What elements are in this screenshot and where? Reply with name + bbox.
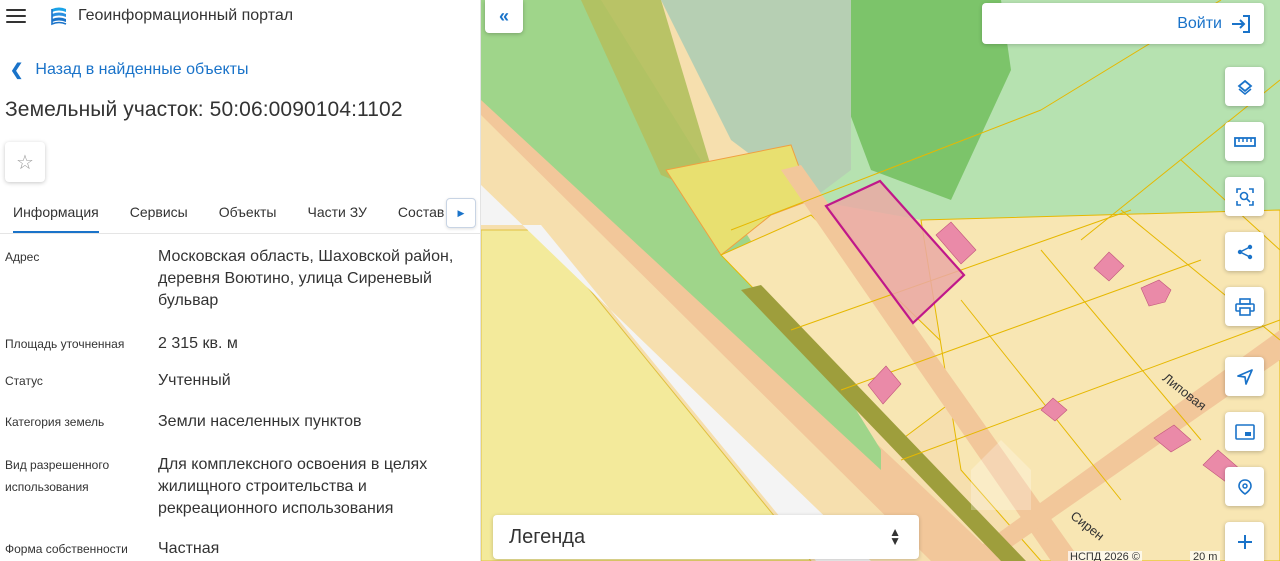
collapse-panel-button[interactable]: « <box>485 0 523 33</box>
login-button[interactable]: Войти <box>982 3 1264 44</box>
back-link-label: Назад в найденные объекты <box>35 61 249 78</box>
share-icon <box>1237 244 1252 259</box>
info-value: Московская область, Шаховской район, дер… <box>158 248 454 309</box>
picture-in-picture-button[interactable] <box>1225 412 1264 451</box>
geo-search-button[interactable] <box>1225 467 1264 506</box>
legend-label: Легенда <box>509 525 586 548</box>
legend-dropdown[interactable]: Легенда ▲ ▼ <box>493 515 919 559</box>
tab-information[interactable]: Информация <box>13 196 99 233</box>
star-icon: ☆ <box>16 151 34 174</box>
area-search-button[interactable] <box>1225 177 1264 216</box>
favorite-button[interactable]: ☆ <box>5 142 45 182</box>
info-panel: Геоинформационный портал ❮ Назад в найде… <box>0 0 481 561</box>
print-icon <box>1234 297 1255 316</box>
portal-title: Геоинформационный портал <box>78 7 294 24</box>
back-to-results-link[interactable]: ❮ Назад в найденные объекты <box>10 60 249 80</box>
sort-arrows-icon: ▲ ▼ <box>889 525 901 548</box>
info-value: 2 315 кв. м <box>158 335 238 352</box>
info-value: Земли населенных пунктов <box>158 413 362 430</box>
info-label: Категория земель <box>5 415 105 429</box>
double-chevron-left-icon: « <box>498 6 509 26</box>
tab-bar: Информация Сервисы Объекты Части ЗУ Сост… <box>0 196 480 234</box>
tab-parts[interactable]: Части ЗУ <box>307 196 366 233</box>
map-scale: 20 m <box>1190 551 1221 561</box>
ruler-icon <box>1233 136 1256 147</box>
print-button[interactable] <box>1225 287 1264 326</box>
zoom-in-icon <box>1237 534 1252 549</box>
login-icon <box>1232 14 1250 33</box>
area-search-icon <box>1235 187 1254 206</box>
map-canvas[interactable]: Липовая Сирен <box>481 0 1280 561</box>
picture-in-picture-icon <box>1234 423 1255 440</box>
info-label: Статус <box>5 374 43 388</box>
tab-composition[interactable]: Состав <box>398 196 444 233</box>
tab-services[interactable]: Сервисы <box>130 196 188 233</box>
app-window: Геоинформационный портал ❮ Назад в найде… <box>0 0 1280 561</box>
geo-search-icon <box>1237 478 1252 495</box>
hamburger-menu-icon[interactable] <box>6 9 26 23</box>
navigate-icon <box>1236 368 1253 385</box>
top-bar: Геоинформационный портал <box>0 0 480 32</box>
info-label: Вид разрешенного использования <box>5 458 110 494</box>
map-layer <box>481 0 1280 561</box>
page-title: Земельный участок: 50:06:0090104:1102 <box>5 98 403 121</box>
info-value: Для комплексного освоения в целях жилищн… <box>158 456 428 517</box>
map-attribution: НСПД 2026 © <box>1068 551 1142 561</box>
info-label: Адрес <box>5 250 40 264</box>
tabs-scroll-right-button[interactable]: ▶ <box>446 198 476 228</box>
info-label: Форма собственности <box>5 542 128 556</box>
share-button[interactable] <box>1225 232 1264 271</box>
info-label: Площадь уточненная <box>5 337 125 351</box>
navigate-button[interactable] <box>1225 357 1264 396</box>
layers-button[interactable] <box>1225 67 1264 106</box>
ruler-button[interactable] <box>1225 122 1264 161</box>
portal-logo-icon <box>51 7 67 26</box>
triangle-right-icon: ▶ <box>457 207 465 218</box>
chevron-left-icon: ❮ <box>10 62 24 79</box>
info-value: Учтенный <box>158 372 231 389</box>
info-value: Частная <box>158 540 220 557</box>
login-label: Войти <box>1177 14 1222 32</box>
layers-icon <box>1237 79 1252 95</box>
zoom-in-button[interactable] <box>1225 522 1264 561</box>
tab-objects[interactable]: Объекты <box>219 196 277 233</box>
